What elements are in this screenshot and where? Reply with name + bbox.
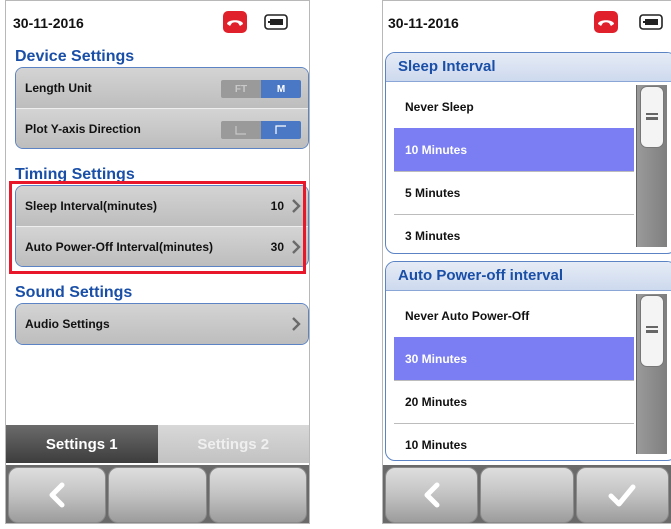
plot-direction-row: Plot Y-axis Direction <box>16 108 308 148</box>
plot-down-option[interactable] <box>221 121 261 139</box>
plot-up-option[interactable] <box>261 121 301 139</box>
interval-picker-screen: 30-11-2016 Sleep Interval Never Sleep 10… <box>382 0 671 524</box>
scroll-grip-icon <box>646 326 658 333</box>
sleep-options-list: Never Sleep 10 Minutes 5 Minutes 3 Minut… <box>394 85 634 247</box>
sleep-scrollbar[interactable] <box>636 85 667 247</box>
device-settings-group: Length Unit FT M Plot Y-axis Direction <box>15 67 309 149</box>
length-unit-row: Length Unit FT M <box>16 68 308 108</box>
auto-off-panel: Auto Power-off interval Never Auto Power… <box>385 261 671 461</box>
audio-settings-row[interactable]: Audio Settings <box>16 304 308 344</box>
scroll-grip-icon <box>646 113 658 120</box>
date-label: 30-11-2016 <box>388 15 459 31</box>
back-icon <box>49 482 65 508</box>
auto-off-option-never[interactable]: Never Auto Power-Off <box>394 294 634 337</box>
section-title-device: Device Settings <box>15 48 135 65</box>
axis-up-icon <box>275 125 286 134</box>
check-icon <box>608 484 636 507</box>
nav-button-3[interactable] <box>208 467 307 523</box>
length-unit-label: Length Unit <box>25 81 92 95</box>
date-label: 30-11-2016 <box>13 15 84 31</box>
sleep-option-never[interactable]: Never Sleep <box>394 85 634 128</box>
unit-ft-option[interactable]: FT <box>221 80 261 98</box>
sleep-scroll-thumb[interactable] <box>640 86 664 148</box>
length-unit-toggle[interactable]: FT M <box>221 80 301 98</box>
auto-off-option-30[interactable]: 30 Minutes <box>394 337 634 380</box>
axis-down-icon <box>235 126 246 135</box>
auto-off-title: Auto Power-off interval <box>386 262 671 291</box>
nav-button-2[interactable] <box>480 467 574 523</box>
timing-highlight-box <box>9 181 306 274</box>
settings-tabs: Settings 1 Settings 2 <box>6 425 309 463</box>
auto-off-scroll-thumb[interactable] <box>640 295 664 367</box>
auto-off-option-10[interactable]: 10 Minutes <box>394 423 634 454</box>
phone-icon <box>223 11 247 33</box>
confirm-button[interactable] <box>575 467 669 523</box>
back-button[interactable] <box>8 467 107 523</box>
sleep-interval-title: Sleep Interval <box>386 53 671 82</box>
sleep-option-5[interactable]: 5 Minutes <box>394 171 634 214</box>
auto-off-options-list: Never Auto Power-Off 30 Minutes 20 Minut… <box>394 294 634 454</box>
chevron-right-icon <box>292 317 301 331</box>
plot-direction-label: Plot Y-axis Direction <box>25 121 141 136</box>
audio-settings-label: Audio Settings <box>25 317 110 331</box>
battery-icon <box>264 14 288 30</box>
tab-settings-2[interactable]: Settings 2 <box>157 425 309 463</box>
sleep-interval-panel: Sleep Interval Never Sleep 10 Minutes 5 … <box>385 52 671 254</box>
plot-direction-toggle[interactable] <box>221 121 301 139</box>
phone-icon <box>594 11 618 33</box>
battery-icon <box>639 14 663 30</box>
settings-screen: 30-11-2016 Device Settings Length Unit F… <box>5 0 310 524</box>
nav-button-2[interactable] <box>108 467 207 523</box>
sleep-option-10[interactable]: 10 Minutes <box>394 128 634 171</box>
sleep-option-3[interactable]: 3 Minutes <box>394 214 634 247</box>
auto-off-scrollbar[interactable] <box>636 294 667 454</box>
bottom-nav-bar <box>6 465 309 523</box>
sound-settings-group: Audio Settings <box>15 303 309 345</box>
bottom-nav-bar <box>383 465 671 523</box>
auto-off-option-20[interactable]: 20 Minutes <box>394 380 634 423</box>
back-icon <box>424 482 440 508</box>
unit-m-option[interactable]: M <box>261 80 301 98</box>
tab-settings-1[interactable]: Settings 1 <box>6 425 158 463</box>
section-title-sound: Sound Settings <box>15 284 133 301</box>
back-button[interactable] <box>385 467 479 523</box>
